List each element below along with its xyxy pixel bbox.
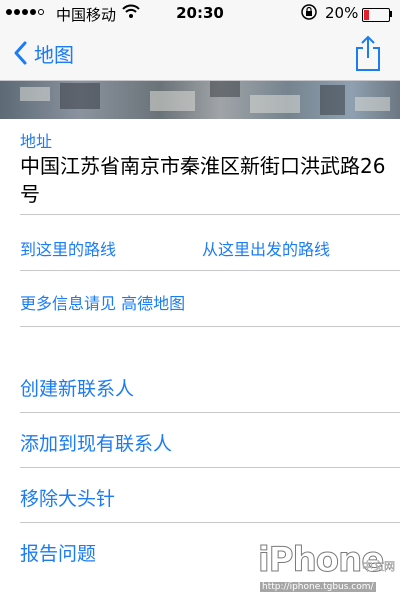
divider: [20, 412, 400, 413]
battery-icon: [362, 8, 390, 22]
directions-to-here-link[interactable]: 到这里的路线: [20, 236, 116, 260]
more-info-link[interactable]: 更多信息请见 高德地图: [20, 290, 185, 314]
directions-from-here-link[interactable]: 从这里出发的路线: [202, 236, 330, 260]
address-value: 中国江苏省南京市秦淮区新街口洪武路26号: [20, 154, 386, 206]
share-icon: [356, 35, 380, 71]
remove-pin-button[interactable]: 移除大头针: [20, 484, 115, 511]
divider: [20, 522, 400, 523]
battery-percent: 20%: [325, 4, 359, 22]
back-button[interactable]: 地图: [10, 38, 74, 68]
back-button-label: 地图: [34, 42, 74, 67]
divider: [20, 467, 400, 468]
report-problem-button[interactable]: 报告问题: [20, 539, 96, 566]
rotation-lock-icon: [300, 3, 318, 25]
watermark-logo: iPhone 中文网 http://iphone.tgbus.com/: [257, 540, 398, 598]
add-to-existing-contact-button[interactable]: 添加到现有联系人: [20, 429, 172, 456]
battery-nub: [390, 11, 392, 17]
address-label: 地址: [20, 132, 53, 151]
status-bar: 中国移动 20:30 20%: [0, 0, 400, 28]
divider: [20, 214, 400, 215]
share-button[interactable]: [354, 34, 382, 72]
chevron-left-icon: [14, 41, 27, 65]
map-preview[interactable]: [0, 81, 400, 119]
watermark-url: http://iphone.tgbus.com/: [260, 582, 376, 592]
watermark-cn-text: 中文网: [362, 560, 395, 573]
navigation-bar: 地图: [0, 28, 400, 81]
battery-level-fill: [364, 10, 369, 20]
create-new-contact-button[interactable]: 创建新联系人: [20, 374, 134, 401]
divider: [20, 270, 400, 271]
divider: [20, 326, 400, 327]
